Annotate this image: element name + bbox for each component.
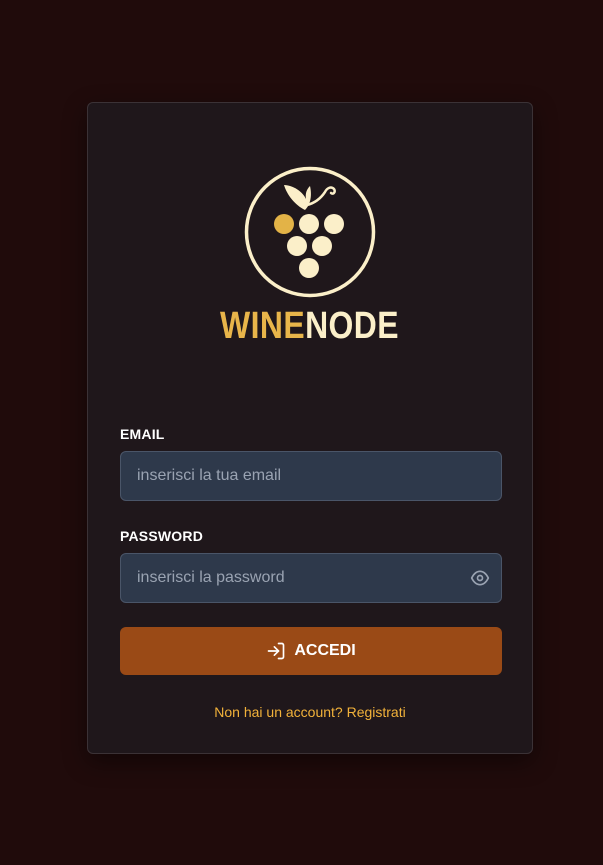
brand-name-part1: WINE	[220, 305, 306, 347]
brand-name: WINENODE	[221, 306, 400, 346]
email-field-wrapper	[120, 451, 502, 501]
password-field[interactable]	[121, 554, 501, 602]
login-button[interactable]: ACCEDI	[120, 627, 502, 675]
brand-logo: WINENODE	[88, 165, 532, 346]
eye-icon[interactable]	[470, 568, 490, 588]
register-link[interactable]: Non hai un account? Registrati	[88, 704, 532, 720]
password-label: PASSWORD	[120, 528, 204, 544]
email-field[interactable]	[121, 452, 501, 500]
login-icon	[267, 642, 285, 660]
email-label: EMAIL	[120, 426, 165, 442]
grape-cluster-icon	[244, 166, 376, 298]
password-field-wrapper	[120, 553, 502, 603]
login-card: WINENODE EMAIL PASSWORD ACCEDI Non hai u…	[87, 102, 533, 754]
login-button-label: ACCEDI	[294, 642, 356, 659]
brand-name-part2: NODE	[305, 305, 400, 347]
